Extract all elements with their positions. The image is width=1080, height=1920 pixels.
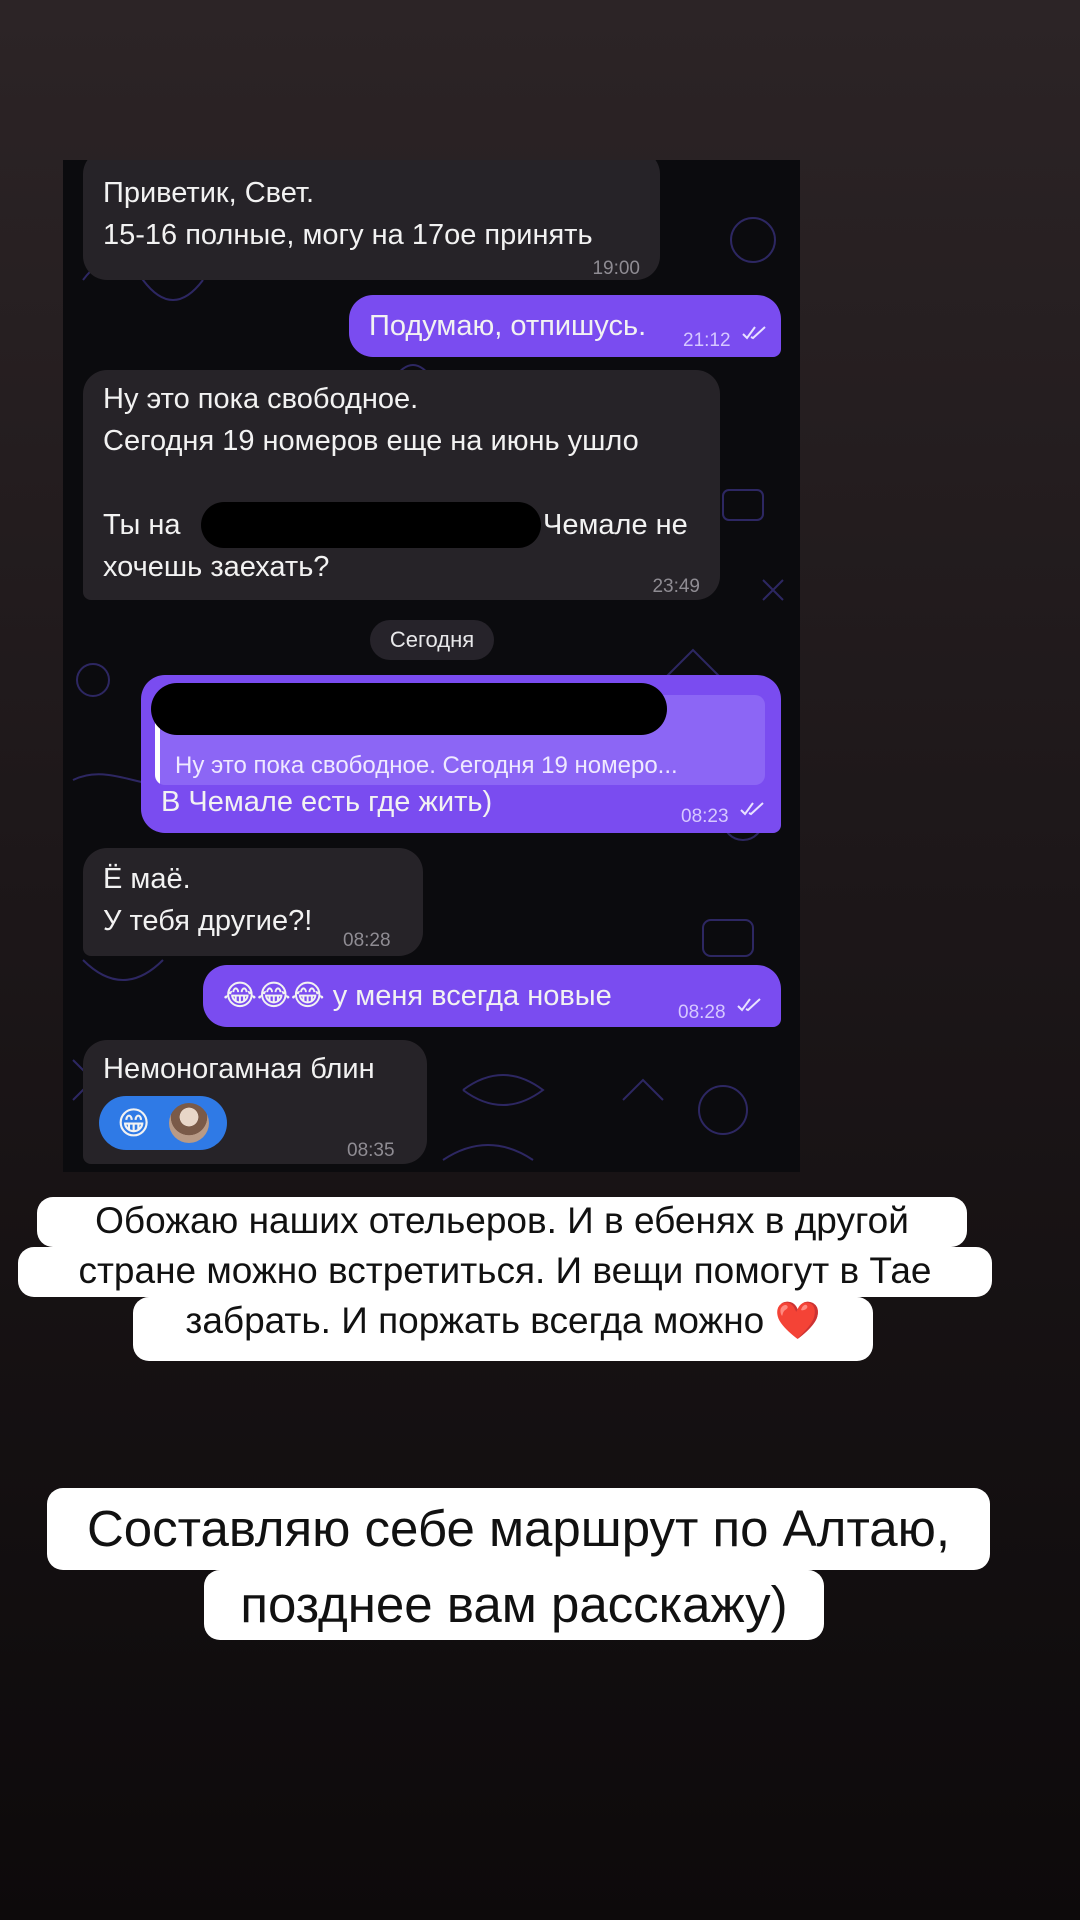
message-text: 15-16 полные, могу на 17ое принять — [103, 219, 593, 251]
story-caption-line: стране можно встретиться. И вещи помогут… — [18, 1247, 992, 1297]
incoming-message[interactable]: Ну это пока свободное. Сегодня 19 номеро… — [83, 370, 720, 600]
message-time: 21:12 — [683, 330, 731, 351]
message-text: Подумаю, отпишусь. — [369, 310, 647, 342]
message-time: 08:28 — [343, 930, 391, 951]
date-separator: Сегодня — [370, 620, 494, 660]
story-caption-line: позднее вам расскажу) — [204, 1570, 824, 1640]
caption-text: позднее вам расскажу) — [240, 1576, 788, 1633]
message-time: 23:49 — [652, 576, 700, 597]
story-caption-line: забрать. И поржать всегда можно ❤️ — [133, 1297, 873, 1361]
message-text: Ё маё. — [103, 863, 191, 895]
message-time: 08:35 — [347, 1140, 395, 1161]
message-time: 08:23 — [681, 806, 729, 827]
message-text: хочешь заехать? — [103, 551, 330, 583]
message-reaction[interactable]: 😁 — [99, 1096, 227, 1150]
message-time: 19:00 — [592, 258, 640, 279]
incoming-message[interactable]: Немоногамная блин 😁 08:35 — [83, 1040, 427, 1164]
caption-text: забрать. И поржать всегда можно ❤️ — [185, 1300, 821, 1341]
story-caption-line: Составляю себе маршрут по Алтаю, — [47, 1488, 990, 1570]
outgoing-message[interactable]: Подумаю, отпишусь. 21:12 — [349, 295, 781, 357]
chat-screenshot: Приветик, Свет. 15-16 полные, могу на 17… — [63, 160, 800, 1172]
message-text: У тебя другие?! — [103, 905, 313, 937]
double-check-icon — [742, 326, 766, 340]
incoming-message[interactable]: Ё маё. У тебя другие?! 08:28 — [83, 848, 423, 956]
message-text: Немоногамная блин — [103, 1053, 375, 1085]
caption-text: Обожаю наших отельеров. И в ебенях в дру… — [95, 1200, 909, 1241]
double-check-icon — [740, 802, 764, 816]
reply-quote-text: Ну это пока свободное. Сегодня 19 номеро… — [175, 752, 678, 779]
message-text: Приветик, Свет. — [103, 177, 315, 209]
outgoing-message[interactable]: Ну это пока свободное. Сегодня 19 номеро… — [141, 675, 781, 833]
story-caption-line: Обожаю наших отельеров. И в ебенях в дру… — [37, 1197, 967, 1247]
redaction-mark — [201, 502, 541, 548]
message-text: Ты на — [103, 509, 181, 541]
message-text: Ну это пока свободное. — [103, 383, 419, 415]
caption-text: Составляю себе маршрут по Алтаю, — [86, 1500, 951, 1557]
message-time: 08:28 — [678, 1002, 726, 1023]
reaction-emoji: 😁 — [117, 1105, 151, 1141]
message-text: В Чемале есть где жить) — [161, 786, 493, 818]
incoming-message[interactable]: Приветик, Свет. 15-16 полные, могу на 17… — [83, 160, 660, 280]
message-text: Чемале не — [543, 509, 688, 541]
redaction-mark — [151, 683, 667, 735]
user-avatar — [169, 1103, 209, 1143]
double-check-icon — [737, 998, 761, 1012]
caption-text: стране можно встретиться. И вещи помогут… — [78, 1250, 932, 1291]
outgoing-message[interactable]: 😂😂😂 у меня всегда новые 08:28 — [203, 965, 781, 1027]
message-text: 😂😂😂 у меня всегда новые — [223, 980, 612, 1012]
message-text: Сегодня 19 номеров еще на июнь ушло — [103, 425, 639, 457]
